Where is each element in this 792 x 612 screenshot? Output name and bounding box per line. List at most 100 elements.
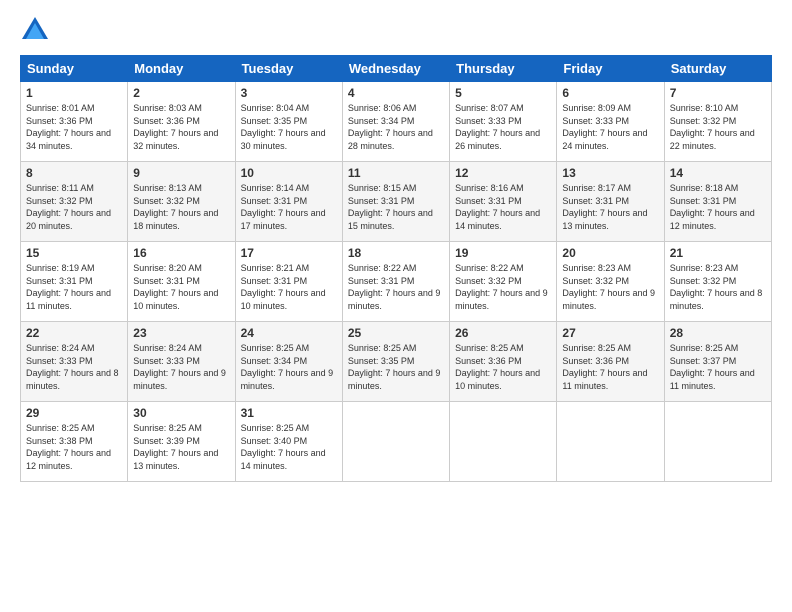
calendar-cell: 10 Sunrise: 8:14 AMSunset: 3:31 PMDayligh… — [235, 162, 342, 242]
day-info: Sunrise: 8:19 AMSunset: 3:31 PMDaylight:… — [26, 262, 122, 312]
header — [20, 15, 772, 45]
day-number: 8 — [26, 166, 122, 180]
day-info: Sunrise: 8:25 AMSunset: 3:35 PMDaylight:… — [348, 342, 444, 392]
weekday-header-cell: Sunday — [21, 56, 128, 82]
day-info: Sunrise: 8:25 AMSunset: 3:40 PMDaylight:… — [241, 422, 337, 472]
weekday-header-cell: Saturday — [664, 56, 771, 82]
day-number: 15 — [26, 246, 122, 260]
calendar-cell: 15 Sunrise: 8:19 AMSunset: 3:31 PMDayligh… — [21, 242, 128, 322]
calendar-cell: 1Sunrise: 8:01 AMSunset: 3:36 PMDaylight… — [21, 82, 128, 162]
weekday-header-row: SundayMondayTuesdayWednesdayThursdayFrid… — [21, 56, 772, 82]
day-info: Sunrise: 8:24 AMSunset: 3:33 PMDaylight:… — [26, 342, 122, 392]
day-info: Sunrise: 8:22 AMSunset: 3:32 PMDaylight:… — [455, 262, 551, 312]
day-number: 9 — [133, 166, 229, 180]
day-number: 22 — [26, 326, 122, 340]
calendar-cell: 8 Sunrise: 8:11 AMSunset: 3:32 PMDaylight… — [21, 162, 128, 242]
calendar-cell: 6Sunrise: 8:09 AMSunset: 3:33 PMDaylight… — [557, 82, 664, 162]
logo-icon — [20, 15, 50, 45]
day-number: 30 — [133, 406, 229, 420]
day-info: Sunrise: 8:14 AMSunset: 3:31 PMDaylight:… — [241, 182, 337, 232]
day-number: 19 — [455, 246, 551, 260]
day-number: 31 — [241, 406, 337, 420]
calendar-body: 1Sunrise: 8:01 AMSunset: 3:36 PMDaylight… — [21, 82, 772, 482]
calendar-cell: 11 Sunrise: 8:15 AMSunset: 3:31 PMDayligh… — [342, 162, 449, 242]
day-number: 24 — [241, 326, 337, 340]
calendar-cell — [450, 402, 557, 482]
calendar-cell: 18Sunrise: 8:22 AMSunset: 3:31 PMDayligh… — [342, 242, 449, 322]
weekday-header-cell: Monday — [128, 56, 235, 82]
day-number: 11 — [348, 166, 444, 180]
day-info: Sunrise: 8:23 AMSunset: 3:32 PMDaylight:… — [670, 262, 766, 312]
calendar-cell: 23 Sunrise: 8:24 AMSunset: 3:33 PMDayligh… — [128, 322, 235, 402]
calendar-week-row: 1Sunrise: 8:01 AMSunset: 3:36 PMDaylight… — [21, 82, 772, 162]
day-number: 5 — [455, 86, 551, 100]
day-info: Sunrise: 8:25 AMSunset: 3:34 PMDaylight:… — [241, 342, 337, 392]
day-info: Sunrise: 8:21 AMSunset: 3:31 PMDaylight:… — [241, 262, 337, 312]
calendar-week-row: 8 Sunrise: 8:11 AMSunset: 3:32 PMDaylight… — [21, 162, 772, 242]
day-number: 23 — [133, 326, 229, 340]
day-number: 10 — [241, 166, 337, 180]
calendar-cell: 21 Sunrise: 8:23 AMSunset: 3:32 PMDayligh… — [664, 242, 771, 322]
day-number: 25 — [348, 326, 444, 340]
calendar-cell: 28 Sunrise: 8:25 AMSunset: 3:37 PMDayligh… — [664, 322, 771, 402]
day-number: 26 — [455, 326, 551, 340]
day-number: 6 — [562, 86, 658, 100]
day-info: Sunrise: 8:18 AMSunset: 3:31 PMDaylight:… — [670, 182, 766, 232]
day-info: Sunrise: 8:07 AMSunset: 3:33 PMDaylight:… — [455, 102, 551, 152]
calendar-cell: 4 Sunrise: 8:06 AMSunset: 3:34 PMDaylight… — [342, 82, 449, 162]
day-number: 1 — [26, 86, 122, 100]
calendar-cell: 26Sunrise: 8:25 AMSunset: 3:36 PMDayligh… — [450, 322, 557, 402]
day-info: Sunrise: 8:20 AMSunset: 3:31 PMDaylight:… — [133, 262, 229, 312]
day-info: Sunrise: 8:24 AMSunset: 3:33 PMDaylight:… — [133, 342, 229, 392]
day-info: Sunrise: 8:25 AMSunset: 3:37 PMDaylight:… — [670, 342, 766, 392]
day-number: 4 — [348, 86, 444, 100]
weekday-header-cell: Wednesday — [342, 56, 449, 82]
day-info: Sunrise: 8:23 AMSunset: 3:32 PMDaylight:… — [562, 262, 658, 312]
day-number: 28 — [670, 326, 766, 340]
calendar-cell: 13Sunrise: 8:17 AMSunset: 3:31 PMDayligh… — [557, 162, 664, 242]
day-number: 3 — [241, 86, 337, 100]
calendar-cell — [664, 402, 771, 482]
day-info: Sunrise: 8:25 AMSunset: 3:39 PMDaylight:… — [133, 422, 229, 472]
day-info: Sunrise: 8:25 AMSunset: 3:36 PMDaylight:… — [562, 342, 658, 392]
day-number: 21 — [670, 246, 766, 260]
day-number: 27 — [562, 326, 658, 340]
calendar-cell: 31 Sunrise: 8:25 AMSunset: 3:40 PMDayligh… — [235, 402, 342, 482]
day-number: 18 — [348, 246, 444, 260]
day-number: 29 — [26, 406, 122, 420]
calendar-cell: 7 Sunrise: 8:10 AMSunset: 3:32 PMDaylight… — [664, 82, 771, 162]
day-number: 13 — [562, 166, 658, 180]
day-info: Sunrise: 8:15 AMSunset: 3:31 PMDaylight:… — [348, 182, 444, 232]
calendar-cell: 19 Sunrise: 8:22 AMSunset: 3:32 PMDayligh… — [450, 242, 557, 322]
calendar-cell: 16Sunrise: 8:20 AMSunset: 3:31 PMDayligh… — [128, 242, 235, 322]
calendar-cell: 3 Sunrise: 8:04 AMSunset: 3:35 PMDaylight… — [235, 82, 342, 162]
day-number: 20 — [562, 246, 658, 260]
calendar-cell: 17Sunrise: 8:21 AMSunset: 3:31 PMDayligh… — [235, 242, 342, 322]
logo — [20, 15, 54, 45]
day-number: 12 — [455, 166, 551, 180]
calendar-cell: 14 Sunrise: 8:18 AMSunset: 3:31 PMDayligh… — [664, 162, 771, 242]
day-info: Sunrise: 8:13 AMSunset: 3:32 PMDaylight:… — [133, 182, 229, 232]
day-info: Sunrise: 8:04 AMSunset: 3:35 PMDaylight:… — [241, 102, 337, 152]
day-info: Sunrise: 8:11 AMSunset: 3:32 PMDaylight:… — [26, 182, 122, 232]
calendar-week-row: 15 Sunrise: 8:19 AMSunset: 3:31 PMDayligh… — [21, 242, 772, 322]
calendar-week-row: 22 Sunrise: 8:24 AMSunset: 3:33 PMDayligh… — [21, 322, 772, 402]
day-info: Sunrise: 8:06 AMSunset: 3:34 PMDaylight:… — [348, 102, 444, 152]
calendar-cell: 30 Sunrise: 8:25 AMSunset: 3:39 PMDayligh… — [128, 402, 235, 482]
calendar-cell — [342, 402, 449, 482]
calendar-page: SundayMondayTuesdayWednesdayThursdayFrid… — [0, 0, 792, 612]
day-info: Sunrise: 8:16 AMSunset: 3:31 PMDaylight:… — [455, 182, 551, 232]
day-number: 7 — [670, 86, 766, 100]
calendar-cell: 29Sunrise: 8:25 AMSunset: 3:38 PMDayligh… — [21, 402, 128, 482]
calendar-cell: 25 Sunrise: 8:25 AMSunset: 3:35 PMDayligh… — [342, 322, 449, 402]
weekday-header-cell: Thursday — [450, 56, 557, 82]
day-info: Sunrise: 8:10 AMSunset: 3:32 PMDaylight:… — [670, 102, 766, 152]
day-number: 14 — [670, 166, 766, 180]
calendar-cell: 5 Sunrise: 8:07 AMSunset: 3:33 PMDaylight… — [450, 82, 557, 162]
day-number: 2 — [133, 86, 229, 100]
weekday-header-cell: Friday — [557, 56, 664, 82]
calendar-table: SundayMondayTuesdayWednesdayThursdayFrid… — [20, 55, 772, 482]
calendar-cell: 2Sunrise: 8:03 AMSunset: 3:36 PMDaylight… — [128, 82, 235, 162]
weekday-header-cell: Tuesday — [235, 56, 342, 82]
calendar-cell: 12 Sunrise: 8:16 AMSunset: 3:31 PMDayligh… — [450, 162, 557, 242]
